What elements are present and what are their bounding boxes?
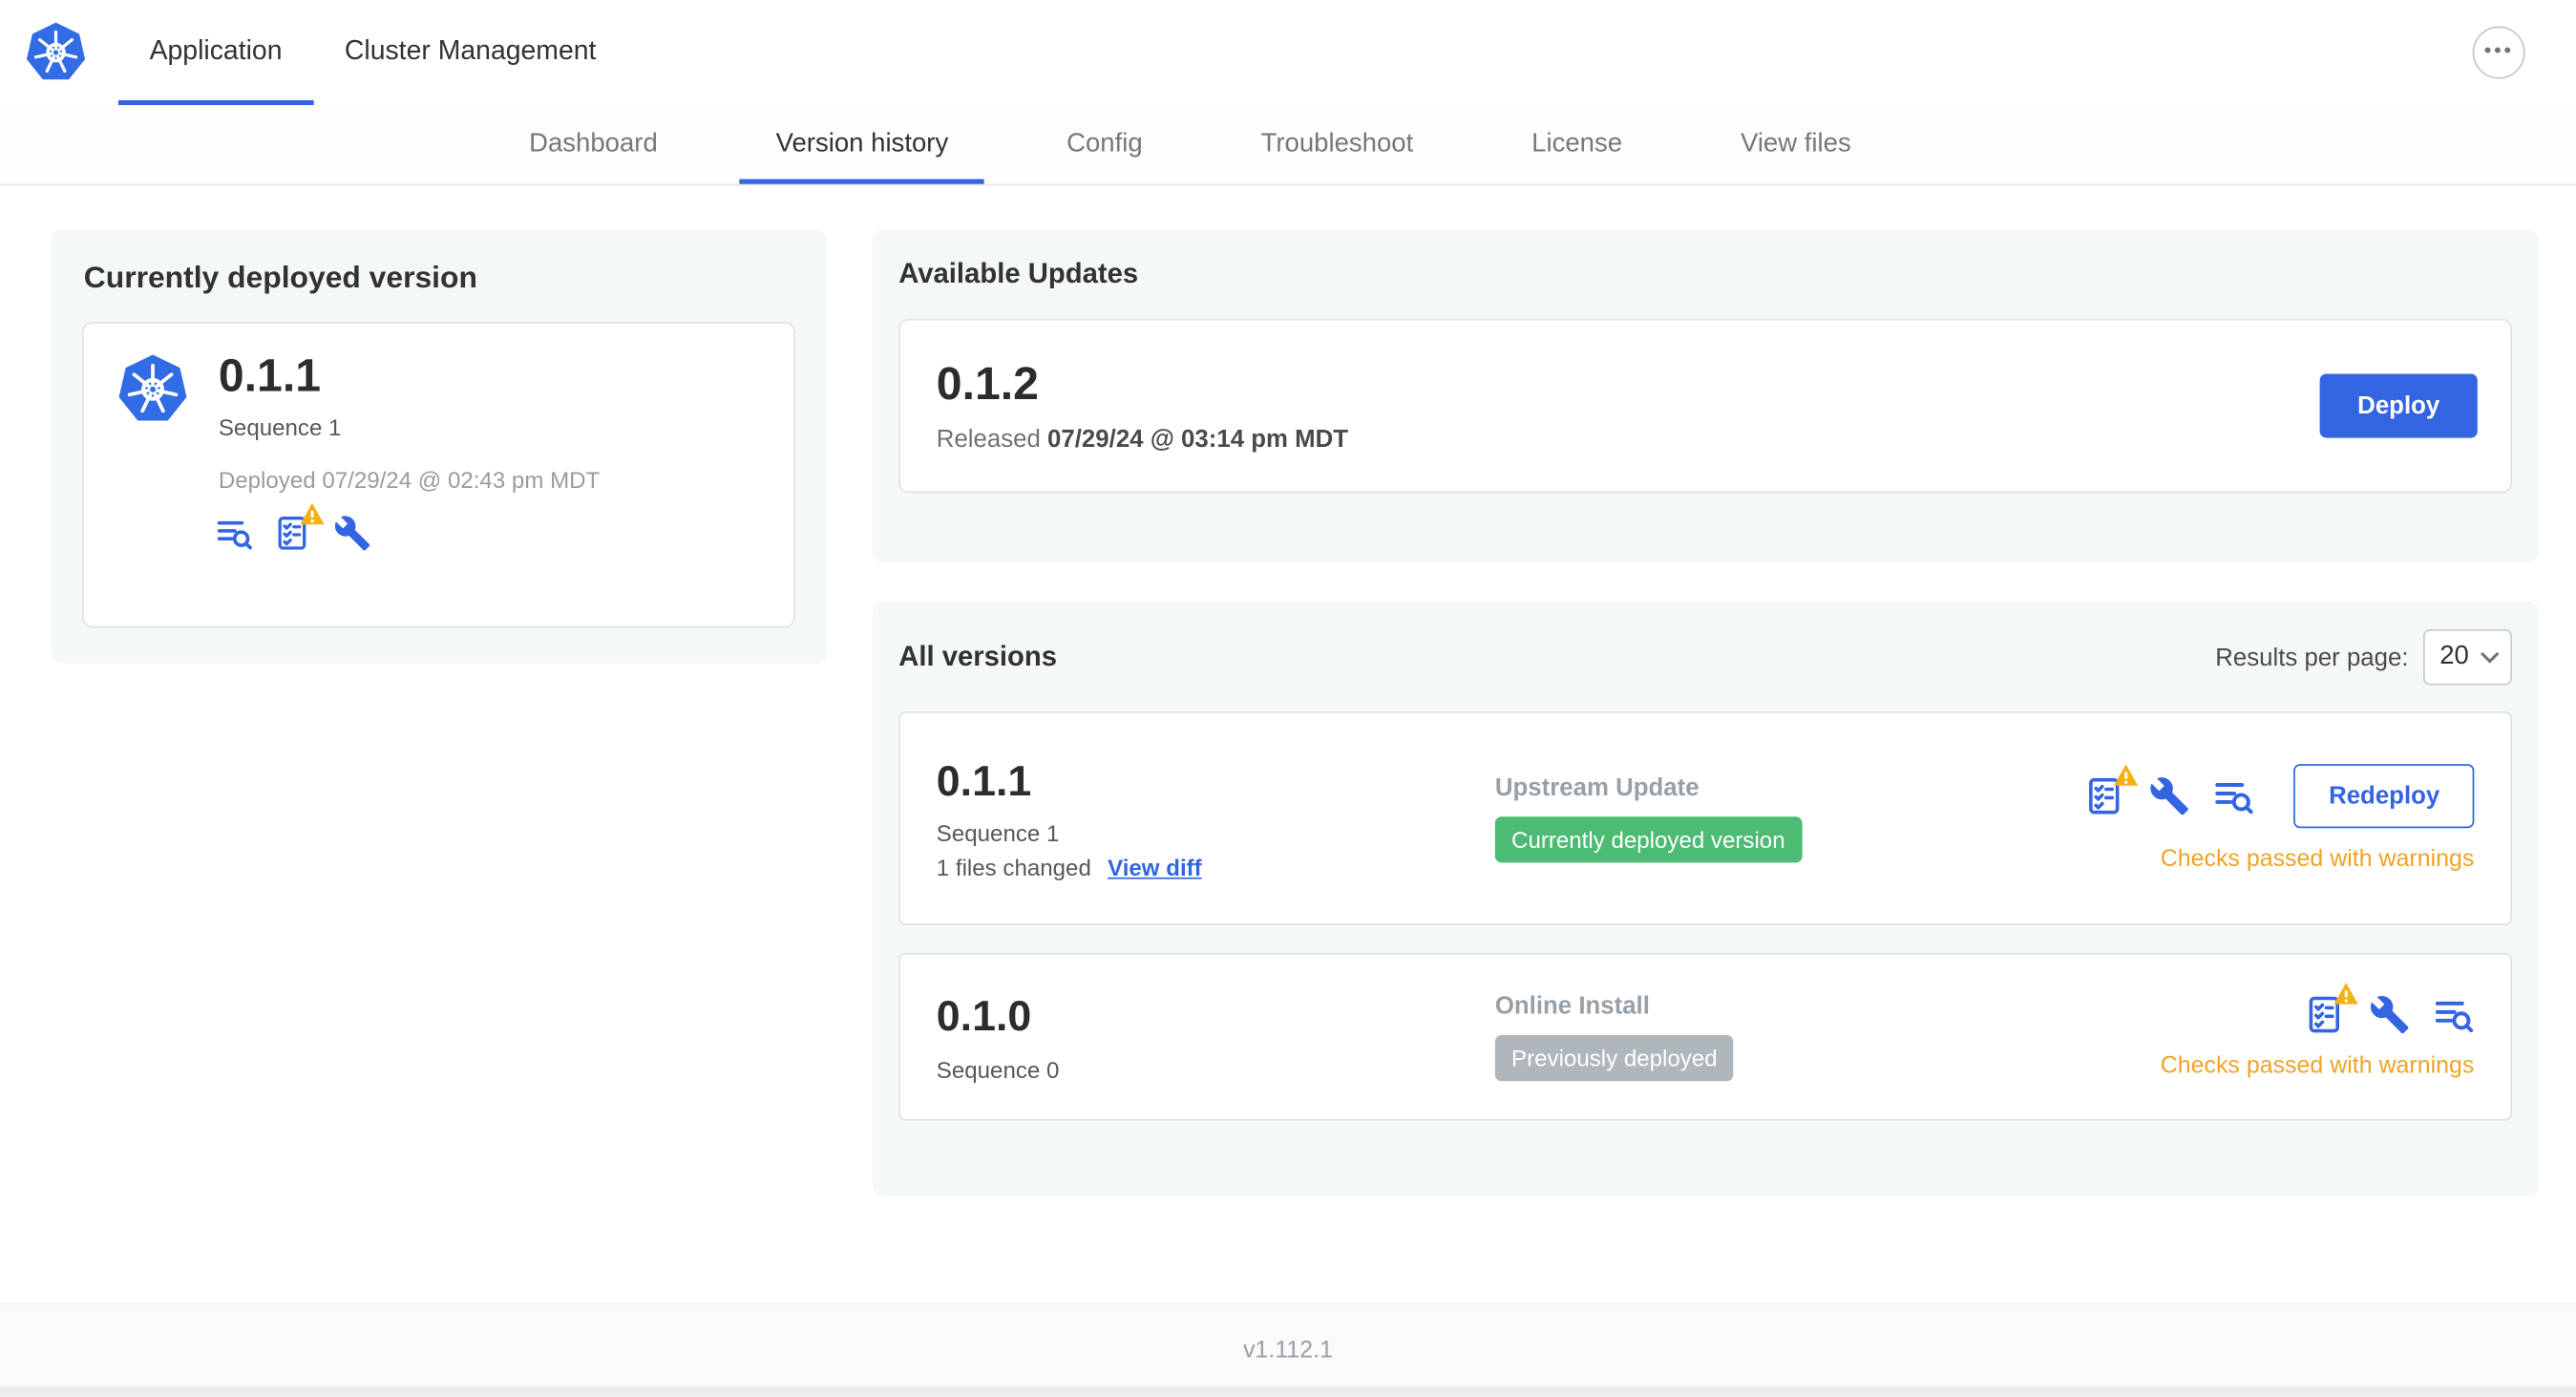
results-per-page-select[interactable]: 20	[2423, 629, 2512, 686]
app-subnav: Dashboard Version history Config Trouble…	[0, 105, 2576, 186]
subnav-tab-license[interactable]: License	[1472, 105, 1681, 184]
top-nav-bar: Application Cluster Management •••	[0, 0, 2576, 107]
view-diff-link[interactable]: View diff	[1108, 855, 1202, 881]
deploy-button[interactable]: Deploy	[2319, 373, 2478, 438]
preflight-checks-warning-icon[interactable]	[2305, 983, 2358, 1035]
kubernetes-logo-icon	[25, 21, 87, 82]
currently-deployed-title: Currently deployed version	[83, 259, 477, 295]
currently-deployed-panel: Currently deployed version 0.1.1 Sequenc…	[51, 229, 827, 665]
subnav-tab-troubleshoot[interactable]: Troubleshoot	[1202, 105, 1473, 184]
deployed-version-number: 0.1.1	[218, 349, 322, 401]
deployed-version-card: 0.1.1 Sequence 1 Deployed 07/29/24 @ 02:…	[82, 322, 795, 628]
available-updates-title: Available Updates	[898, 258, 1139, 289]
checks-status-text: Checks passed with warnings	[2160, 846, 2475, 873]
top-tabs: Application Cluster Management	[117, 0, 627, 106]
subnav-tab-version-history[interactable]: Version history	[717, 105, 1007, 184]
redeploy-button[interactable]: Redeploy	[2293, 764, 2475, 829]
chevron-down-icon	[2481, 651, 2500, 663]
tab-cluster-management[interactable]: Cluster Management	[313, 0, 627, 105]
version-row-0-1-0: 0.1.0 Sequence 0 Online Install Previous…	[898, 953, 2512, 1121]
all-versions-panel: All versions Results per page: 20 0.1.1 …	[872, 601, 2539, 1196]
currently-deployed-badge: Currently deployed version	[1494, 816, 1802, 863]
edit-config-icon[interactable]	[2369, 994, 2410, 1035]
warning-triangle-icon	[300, 503, 325, 525]
all-versions-title: All versions	[898, 641, 1058, 672]
bottom-edge-strip	[0, 1386, 2576, 1397]
available-updates-panel: Available Updates 0.1.2 Released 07/29/2…	[872, 229, 2539, 562]
ellipsis-icon: •••	[2483, 36, 2514, 62]
admin-console-page: Application Cluster Management ••• Dashb…	[0, 0, 2576, 1397]
update-version-number: 0.1.2	[936, 357, 1039, 410]
subnav-tab-view-files[interactable]: View files	[1681, 105, 1911, 184]
deployed-date-text: Deployed 07/29/24 @ 02:43 pm MDT	[218, 467, 601, 494]
deploy-logs-icon[interactable]	[2214, 775, 2255, 816]
deploy-logs-icon[interactable]	[215, 515, 253, 553]
kubernetes-app-icon	[116, 353, 189, 426]
preflight-checks-warning-icon[interactable]	[2085, 764, 2140, 816]
subnav-tab-dashboard[interactable]: Dashboard	[470, 105, 717, 184]
edit-config-icon[interactable]	[333, 515, 371, 553]
version-source-label: Upstream Update	[1494, 773, 1700, 802]
files-changed-text: 1 files changed	[936, 854, 1091, 881]
deploy-logs-icon[interactable]	[2433, 994, 2474, 1035]
version-source-label: Online Install	[1494, 992, 1650, 1021]
results-per-page: Results per page: 20	[2215, 629, 2512, 686]
update-released-text: Released 07/29/24 @ 03:14 pm MDT	[936, 425, 1349, 455]
checks-status-text: Checks passed with warnings	[2160, 1052, 2475, 1080]
console-version-text: v1.112.1	[1243, 1337, 1333, 1365]
warning-triangle-icon	[2114, 764, 2140, 786]
version-row-0-1-1: 0.1.1 Sequence 1 1 files changed View di…	[898, 711, 2512, 925]
row-version-number: 0.1.1	[936, 755, 1032, 805]
available-update-card: 0.1.2 Released 07/29/24 @ 03:14 pm MDT D…	[898, 318, 2512, 494]
subnav-tab-config[interactable]: Config	[1007, 105, 1201, 184]
tab-application[interactable]: Application	[117, 0, 313, 106]
row-sequence-label: Sequence 1	[936, 819, 1060, 847]
page-footer: v1.112.1	[0, 1302, 2576, 1397]
warning-triangle-icon	[2333, 983, 2358, 1005]
row-sequence-label: Sequence 0	[936, 1055, 1060, 1083]
preflight-checks-warning-icon[interactable]	[274, 503, 325, 553]
row-version-number: 0.1.0	[936, 991, 1032, 1041]
deployed-sequence-label: Sequence 1	[218, 413, 342, 441]
previously-deployed-badge: Previously deployed	[1494, 1034, 1734, 1082]
update-released-date: 07/29/24 @ 03:14 pm MDT	[1047, 425, 1349, 455]
more-menu-button[interactable]: •••	[2472, 26, 2525, 79]
edit-config-icon[interactable]	[2150, 775, 2191, 816]
results-per-page-label: Results per page:	[2215, 643, 2409, 671]
